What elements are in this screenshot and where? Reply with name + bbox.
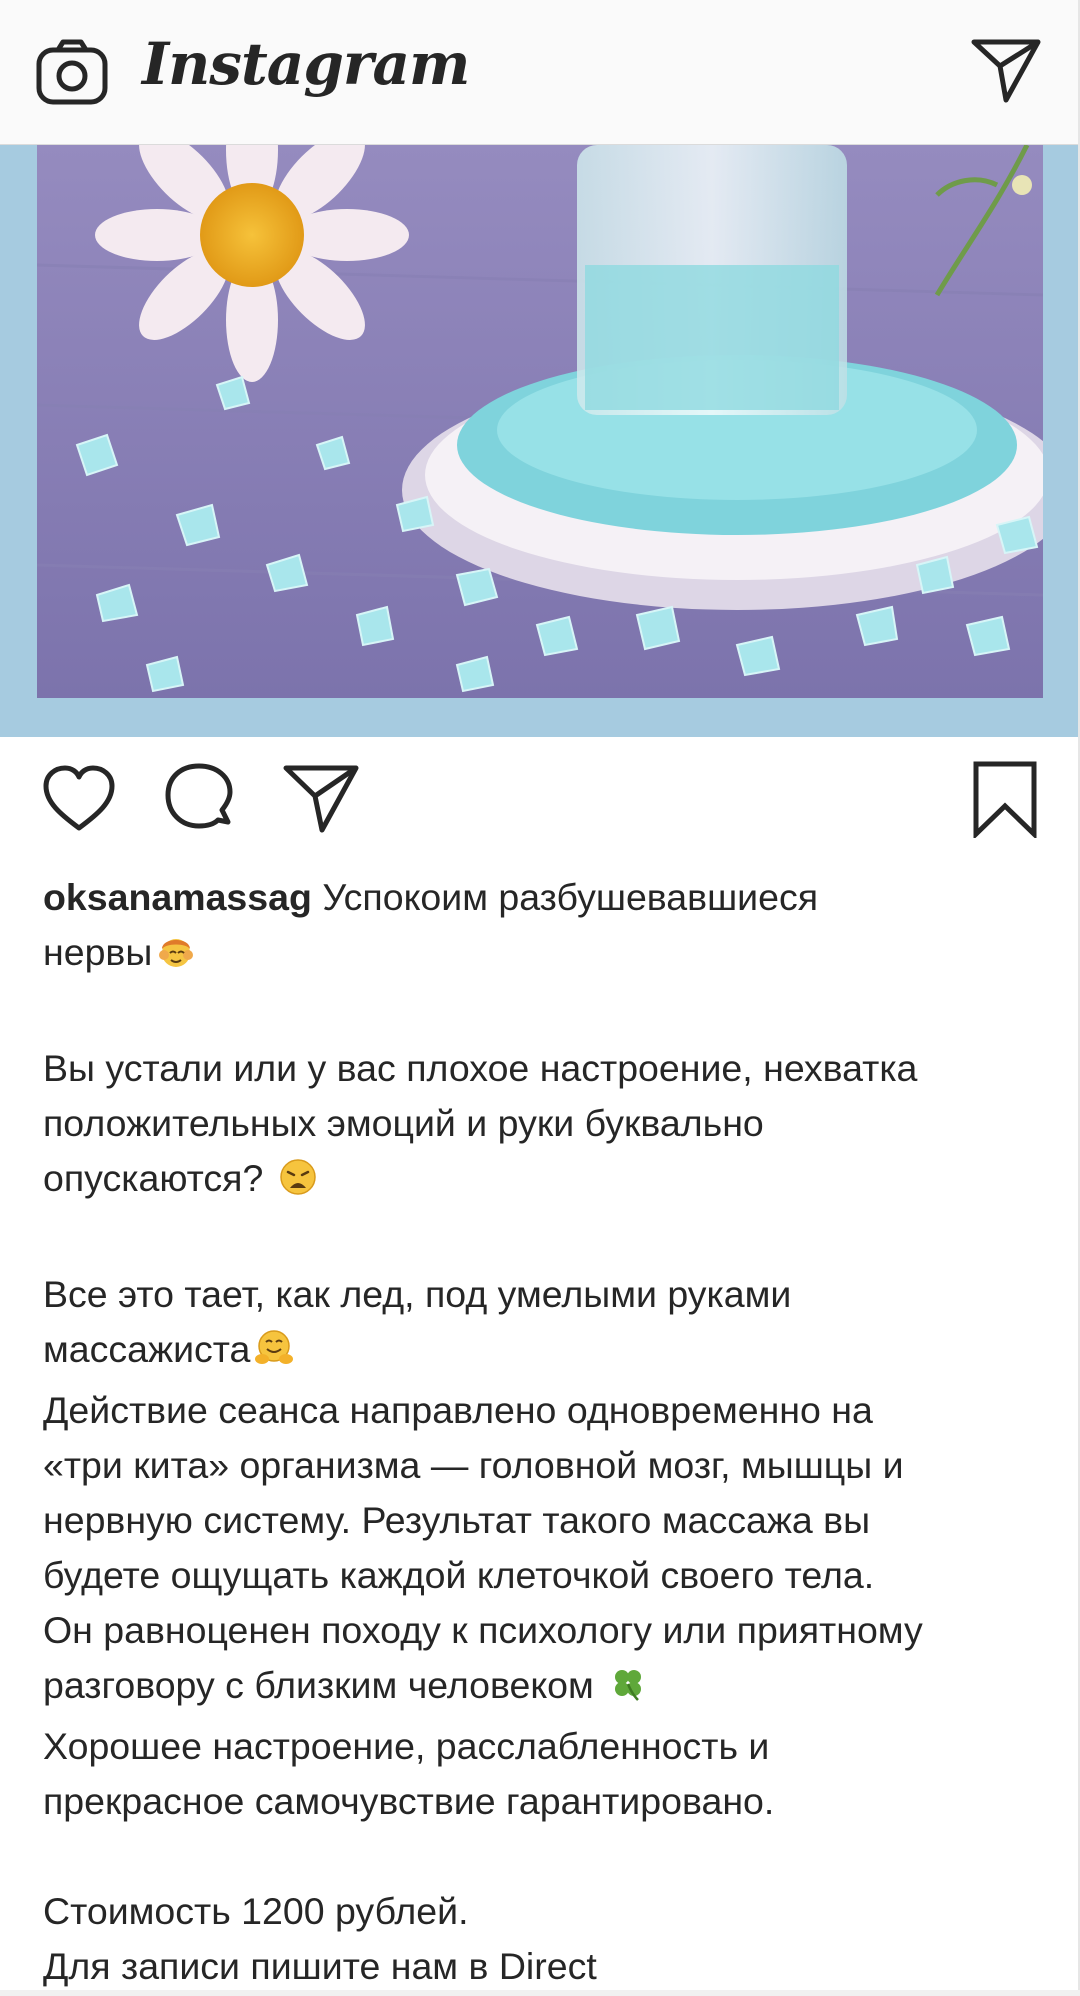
caption-text: нервы	[43, 931, 153, 973]
caption-line: «три кита» организма — головной мозг, мы…	[43, 1444, 904, 1486]
caption-line: oksanamassag Успокоим разбушевавшиеся	[43, 870, 1043, 925]
caption-line: нервы	[43, 925, 1043, 986]
paper-plane-icon[interactable]	[970, 36, 1042, 104]
massage-emoji-icon	[156, 931, 196, 986]
caption-text: Успокоим разбушевавшиеся	[311, 876, 819, 918]
post-media-frame	[0, 145, 1080, 737]
caption-line: прекрасное самочувствие гарантировано.	[43, 1780, 775, 1822]
caption-text: опускаются?	[43, 1157, 274, 1199]
bottom-divider	[0, 1990, 1080, 1996]
four-leaf-clover-emoji-icon	[608, 1664, 648, 1719]
caption-line: Хорошее настроение, расслабленность и	[43, 1725, 770, 1767]
heart-icon[interactable]	[40, 760, 118, 838]
post-caption: oksanamassag Успокоим разбушевавшиеся не…	[43, 870, 1043, 1994]
caption-line: Он равноценен походу к психологу или при…	[43, 1609, 923, 1651]
caption-line: Действие сеанса направлено одновременно …	[43, 1389, 873, 1431]
caption-username[interactable]: oksanamassag	[43, 876, 312, 918]
caption-line: Стоимость 1200 рублей.	[43, 1890, 469, 1932]
bookmark-icon[interactable]	[966, 760, 1044, 840]
camera-icon[interactable]	[36, 38, 108, 106]
caption-line: Для записи пишите нам в Direct	[43, 1945, 597, 1987]
instagram-logo: Instagram	[142, 30, 470, 98]
caption-line: будете ощущать каждой клеточкой своего т…	[43, 1554, 875, 1596]
share-paper-plane-icon[interactable]	[282, 760, 360, 838]
weary-face-emoji-icon	[278, 1157, 318, 1212]
post-actions	[0, 760, 1080, 850]
caption-line: Вы устали или у вас плохое настроение, н…	[43, 1047, 918, 1089]
post-image[interactable]	[37, 145, 1043, 698]
caption-text: массажиста	[43, 1328, 251, 1370]
caption-line: разговору с близким человеком	[43, 1658, 1043, 1719]
caption-line: опускаются?	[43, 1151, 1043, 1212]
instagram-post-screen: Instagram oksanamassag Успокоим разбушев…	[0, 0, 1080, 1996]
caption-line: положительных эмоций и руки буквально	[43, 1102, 764, 1144]
top-bar: Instagram	[0, 0, 1080, 145]
comment-bubble-icon[interactable]	[160, 760, 238, 838]
caption-line: массажиста	[43, 1322, 1043, 1383]
caption-line: Все это тает, как лед, под умелыми рукам…	[43, 1273, 792, 1315]
caption-line: нервную систему. Результат такого массаж…	[43, 1499, 871, 1541]
hugging-face-emoji-icon	[254, 1328, 294, 1383]
caption-text: разговору с близким человеком	[43, 1664, 605, 1706]
